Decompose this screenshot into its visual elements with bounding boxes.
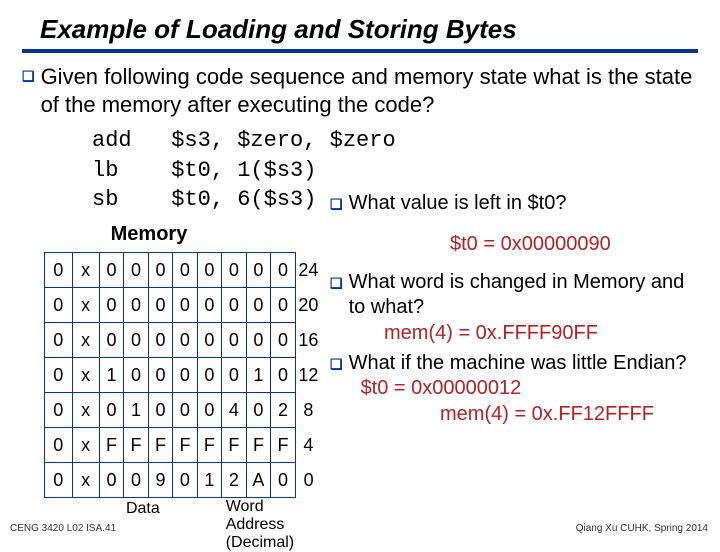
mem-cell: 0 bbox=[45, 253, 73, 288]
bullet-icon: ❑ bbox=[330, 270, 343, 296]
intro-row: ❑ Given following code sequence and memo… bbox=[22, 63, 698, 118]
mem-cell: 0 bbox=[148, 323, 172, 358]
mem-cell: 0 bbox=[271, 253, 295, 288]
mem-cell: 0 bbox=[99, 393, 123, 428]
bullet-icon: ❑ bbox=[22, 63, 35, 89]
mem-cell: 0 bbox=[99, 288, 123, 323]
footer-left: CENG 3420 L02 ISA.41 bbox=[10, 523, 116, 534]
mem-cell: 0 bbox=[197, 393, 221, 428]
mem-cell: 0 bbox=[124, 253, 148, 288]
mem-address: 24 bbox=[295, 253, 321, 288]
mem-cell: 0 bbox=[197, 288, 221, 323]
mem-cell: 0 bbox=[173, 288, 197, 323]
mem-cell: F bbox=[148, 428, 172, 463]
question-3: What if the machine was little Endian? $… bbox=[349, 351, 698, 401]
mem-cell: 0 bbox=[45, 463, 73, 498]
mem-cell: F bbox=[222, 428, 246, 463]
mem-cell: 0 bbox=[197, 323, 221, 358]
memory-table: 0x00000000240x00000000200x00000000160x10… bbox=[44, 252, 322, 498]
mem-cell: 0 bbox=[173, 463, 197, 498]
memory-heading: Memory bbox=[44, 223, 254, 246]
mem-cell: x bbox=[72, 393, 99, 428]
mem-cell: 0 bbox=[271, 288, 295, 323]
mem-cell: 0 bbox=[271, 358, 295, 393]
answer-3b: mem(4) = 0x.FF12FFFF bbox=[440, 403, 698, 426]
mem-cell: x bbox=[72, 358, 99, 393]
mem-cell: 0 bbox=[45, 428, 73, 463]
mem-cell: 0 bbox=[222, 323, 246, 358]
mem-address: 8 bbox=[295, 393, 321, 428]
mem-cell: x bbox=[72, 323, 99, 358]
mem-address: 12 bbox=[295, 358, 321, 393]
mem-cell: 0 bbox=[99, 253, 123, 288]
mem-cell: 0 bbox=[246, 393, 271, 428]
mem-cell: 2 bbox=[222, 463, 246, 498]
mem-cell: 1 bbox=[197, 463, 221, 498]
mem-cell: 0 bbox=[148, 358, 172, 393]
question-3-text: What if the machine was little Endian? bbox=[349, 352, 687, 374]
mem-cell: 1 bbox=[246, 358, 271, 393]
mem-cell: 2 bbox=[271, 393, 295, 428]
mem-cell: x bbox=[72, 288, 99, 323]
answer-2: mem(4) = 0x.FFFF90FF bbox=[384, 322, 698, 345]
mem-cell: 0 bbox=[271, 323, 295, 358]
mem-cell: 0 bbox=[45, 393, 73, 428]
mem-cell: F bbox=[124, 428, 148, 463]
mem-cell: 0 bbox=[222, 358, 246, 393]
mem-cell: 0 bbox=[99, 323, 123, 358]
bullet-icon: ❑ bbox=[330, 351, 343, 377]
mem-cell: 0 bbox=[246, 323, 271, 358]
mem-address: 20 bbox=[295, 288, 321, 323]
title-rule bbox=[22, 49, 698, 53]
question-2: What word is changed in Memory and to wh… bbox=[349, 270, 698, 320]
mem-cell: 0 bbox=[173, 253, 197, 288]
mem-cell: 0 bbox=[271, 463, 295, 498]
mem-cell: 0 bbox=[222, 253, 246, 288]
mem-address: 4 bbox=[295, 428, 321, 463]
bullet-icon: ❑ bbox=[330, 191, 343, 217]
mem-address: 16 bbox=[295, 323, 321, 358]
mem-cell: 4 bbox=[222, 393, 246, 428]
mem-cell: 0 bbox=[124, 358, 148, 393]
mem-cell: F bbox=[271, 428, 295, 463]
mem-cell: 0 bbox=[246, 253, 271, 288]
mem-cell: 0 bbox=[197, 358, 221, 393]
mem-cell: 0 bbox=[148, 253, 172, 288]
mem-cell: x bbox=[72, 428, 99, 463]
mem-cell: 0 bbox=[246, 288, 271, 323]
mem-cell: 0 bbox=[99, 463, 123, 498]
mem-cell: A bbox=[246, 463, 271, 498]
mem-cell: 0 bbox=[45, 323, 73, 358]
mem-cell: F bbox=[246, 428, 271, 463]
mem-cell: 0 bbox=[173, 323, 197, 358]
mem-cell: 0 bbox=[148, 393, 172, 428]
mem-cell: 9 bbox=[148, 463, 172, 498]
answer-3a: $t0 = 0x00000012 bbox=[361, 377, 522, 399]
mem-cell: 1 bbox=[124, 393, 148, 428]
mem-cell: 0 bbox=[197, 253, 221, 288]
mem-cell: 0 bbox=[45, 358, 73, 393]
mem-address: 0 bbox=[295, 463, 321, 498]
mem-cell: 1 bbox=[99, 358, 123, 393]
mem-cell: x bbox=[72, 253, 99, 288]
mem-cell: x bbox=[72, 463, 99, 498]
mem-cell: F bbox=[99, 428, 123, 463]
mem-cell: 0 bbox=[124, 323, 148, 358]
mem-cell: 0 bbox=[45, 288, 73, 323]
mem-cell: 0 bbox=[124, 463, 148, 498]
intro-text: Given following code sequence and memory… bbox=[41, 63, 698, 118]
mem-cell: 0 bbox=[124, 288, 148, 323]
question-1: What value is left in $t0? bbox=[349, 191, 567, 216]
word-address-label: WordAddress (Decimal) bbox=[226, 498, 322, 552]
answer-1: $t0 = 0x00000090 bbox=[450, 233, 698, 256]
mem-cell: 0 bbox=[222, 288, 246, 323]
mem-cell: 0 bbox=[173, 358, 197, 393]
slide-title: Example of Loading and Storing Bytes bbox=[40, 14, 698, 45]
mem-cell: 0 bbox=[173, 393, 197, 428]
mem-cell: F bbox=[173, 428, 197, 463]
mem-cell: 0 bbox=[148, 288, 172, 323]
mem-cell: F bbox=[197, 428, 221, 463]
footer-right: Qiang Xu CUHK, Spring 2014 bbox=[576, 523, 708, 534]
